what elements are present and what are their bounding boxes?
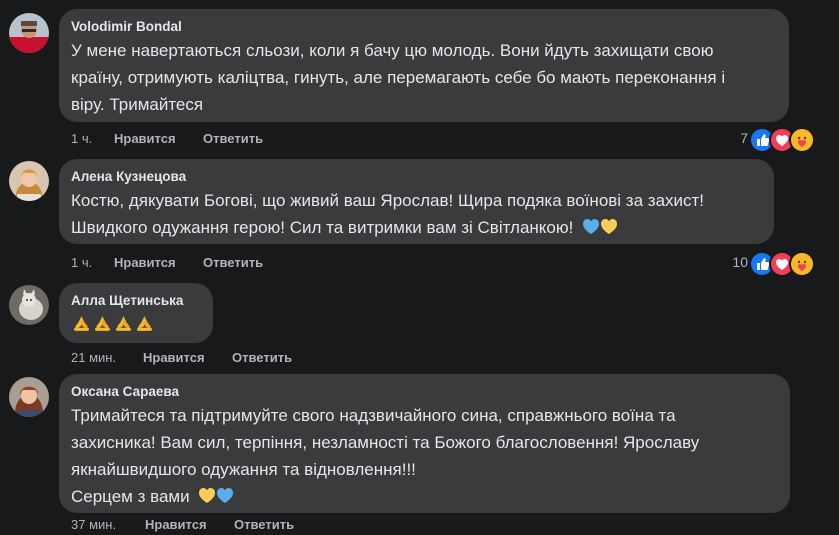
avatar-photo (9, 377, 49, 417)
reply-button[interactable]: Ответить (203, 255, 263, 271)
avatar-photo (9, 161, 49, 201)
reaction-count: 7 (740, 130, 748, 146)
care-icon (789, 251, 815, 277)
reply-button[interactable]: Ответить (203, 131, 263, 147)
reaction-summary[interactable]: 10 (721, 251, 821, 277)
like-button[interactable]: Нравится (114, 131, 176, 147)
comment-line: країну, отримують каліцтва, гинуть, але … (71, 68, 726, 87)
reply-button[interactable]: Ответить (232, 350, 292, 366)
comment-line-text: Серцем з вами (71, 487, 190, 506)
folded-hands-emoji (92, 316, 113, 338)
comment-actions: 1 ч. Нравится Ответить (71, 255, 371, 271)
comment-line: якнайшвидшого одужання та відновлення!!! (71, 460, 416, 479)
folded-hands-emoji (113, 316, 134, 338)
comment-timestamp[interactable]: 1 ч. (71, 255, 92, 271)
comment-line: захисника! Вам сил, терпіння, незламност… (71, 433, 700, 452)
blue-heart-emoji (216, 487, 234, 506)
reply-button[interactable]: Ответить (234, 517, 294, 533)
blue-heart-emoji (578, 218, 600, 237)
comment-bubble: Алена Кузнецова Костю, дякувати Богові, … (59, 159, 774, 244)
comment-text: Тримайтеся та підтримуйте свого надзвича… (71, 402, 778, 510)
comment-timestamp[interactable]: 1 ч. (71, 131, 92, 147)
avatar-photo (9, 285, 49, 325)
avatar[interactable] (9, 161, 49, 201)
avatar-photo (9, 13, 49, 53)
comment-author[interactable]: Volodimir Bondal (71, 18, 777, 36)
comment-bubble: Оксана Сараева Тримайтеся та підтримуйте… (59, 374, 790, 513)
comment-text: Костю, дякувати Богові, що живий ваш Яро… (71, 187, 762, 241)
comment-line: Швидкого одужання герою! Сил та витримки… (71, 214, 762, 241)
reaction-summary[interactable]: 7 (730, 127, 820, 153)
comment-bubble: Алла Щетинська (59, 283, 213, 343)
folded-hands-emoji (134, 316, 155, 338)
comment-text: У мене навертаються сльози, коли я бачу … (71, 37, 777, 118)
avatar[interactable] (9, 13, 49, 53)
comment-actions: 1 ч. Нравится Ответить (71, 131, 371, 147)
comment-author[interactable]: Алена Кузнецова (71, 168, 762, 186)
comment-actions: 37 мин. Нравится Ответить (71, 517, 371, 533)
comment-actions: 21 мин. Нравится Ответить (71, 350, 371, 366)
folded-hands-emoji (71, 316, 92, 338)
comment-author[interactable]: Алла Щетинська (71, 292, 201, 310)
yellow-heart-emoji (194, 487, 216, 506)
comment-line-text: Швидкого одужання герою! Сил та витримки… (71, 218, 574, 237)
like-button[interactable]: Нравится (143, 350, 205, 366)
comment-line: віру. Тримайтеся (71, 95, 204, 114)
reaction-count: 10 (732, 254, 748, 270)
care-icon (789, 127, 815, 153)
like-button[interactable]: Нравится (114, 255, 176, 271)
comment-line: Серцем з вами (71, 483, 778, 510)
comment-text (71, 313, 201, 342)
comment-line: Тримайтеся та підтримуйте свого надзвича… (71, 406, 676, 425)
comment-author[interactable]: Оксана Сараева (71, 383, 778, 401)
comment-line: У мене навертаються сльози, коли я бачу … (71, 41, 714, 60)
comment-timestamp[interactable]: 21 мин. (71, 350, 116, 366)
avatar[interactable] (9, 377, 49, 417)
comment-bubble: Volodimir Bondal У мене навертаються сль… (59, 9, 789, 122)
comment-line: Костю, дякувати Богові, що живий ваш Яро… (71, 191, 705, 210)
comment-timestamp[interactable]: 37 мин. (71, 517, 116, 533)
yellow-heart-emoji (600, 218, 618, 237)
avatar[interactable] (9, 285, 49, 325)
comment-line (71, 313, 201, 342)
like-button[interactable]: Нравится (145, 517, 207, 533)
